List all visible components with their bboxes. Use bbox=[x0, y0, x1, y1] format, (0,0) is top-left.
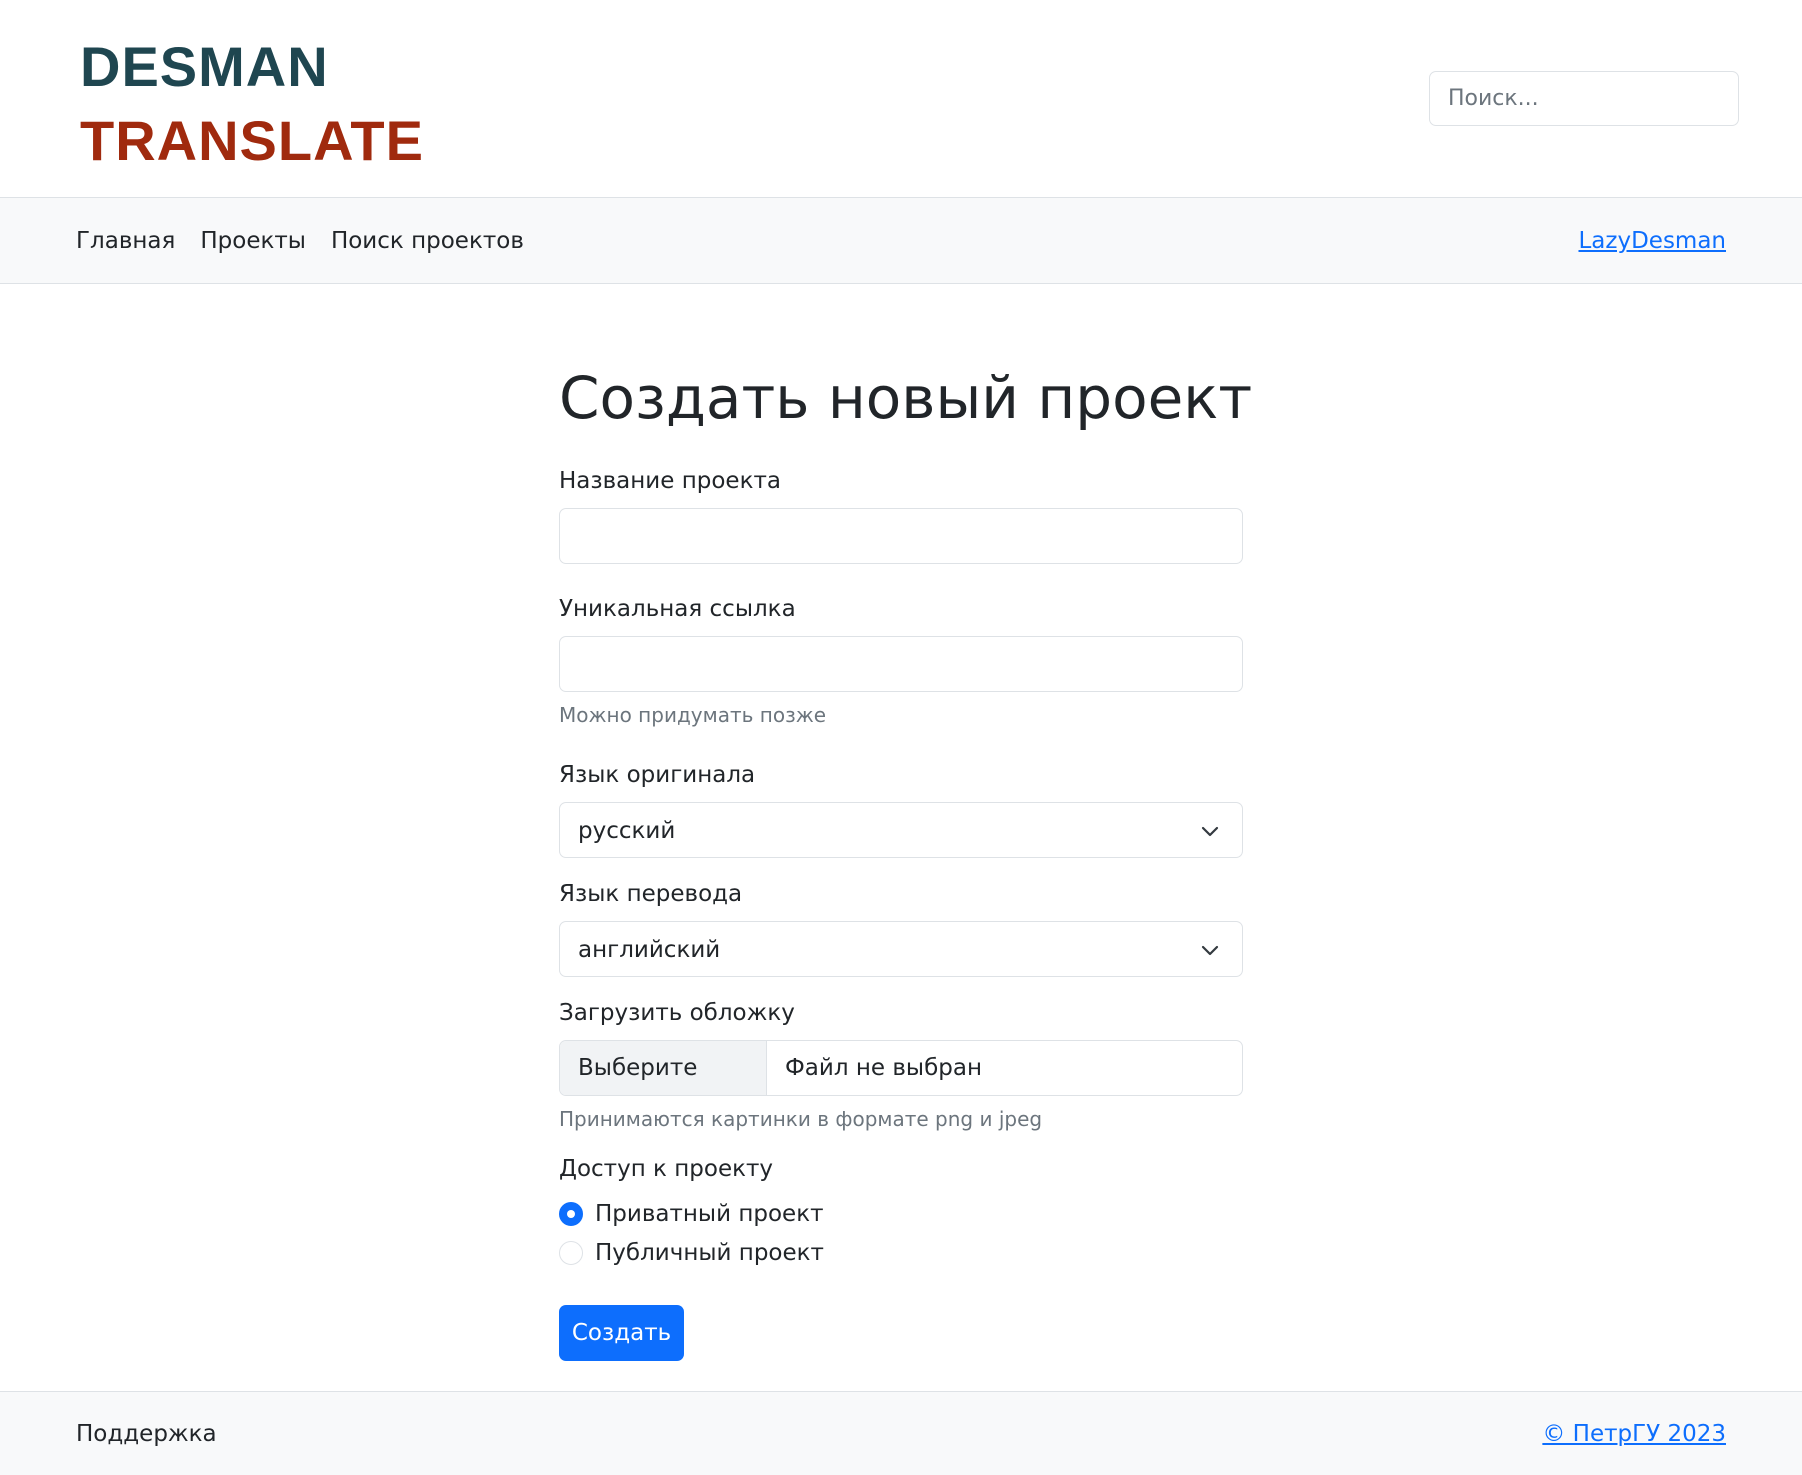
copyright-link[interactable]: © ПетрГУ 2023 bbox=[1542, 1392, 1726, 1475]
source-language-value: русский bbox=[578, 818, 676, 844]
support-link[interactable]: Поддержка bbox=[76, 1392, 217, 1475]
site-header: DESMAN TRANSLATE bbox=[0, 0, 1802, 198]
radio-private-label: Приватный проект bbox=[595, 1201, 824, 1227]
project-slug-help: Можно придумать позже bbox=[559, 703, 827, 727]
cover-upload-label: Загрузить обложку bbox=[559, 1000, 795, 1026]
create-button[interactable]: Создать bbox=[559, 1305, 684, 1361]
access-private-option[interactable]: Приватный проект bbox=[559, 1198, 824, 1230]
radio-public-label: Публичный проект bbox=[595, 1240, 824, 1266]
chevron-down-icon bbox=[1201, 826, 1219, 837]
cover-upload-help: Принимаются картинки в формате png и jpe… bbox=[559, 1107, 1043, 1131]
file-status: Файл не выбран bbox=[785, 1055, 982, 1081]
nav-links: Главная Проекты Поиск проектов bbox=[76, 198, 549, 284]
project-name-label: Название проекта bbox=[559, 468, 781, 494]
source-language-label: Язык оригинала bbox=[559, 762, 756, 788]
project-name-input[interactable] bbox=[559, 508, 1243, 564]
chevron-down-icon bbox=[1201, 945, 1219, 956]
access-public-option[interactable]: Публичный проект bbox=[559, 1237, 824, 1269]
search-input[interactable] bbox=[1429, 71, 1739, 126]
nav-item-home[interactable]: Главная bbox=[76, 228, 175, 254]
target-language-select[interactable]: английский bbox=[559, 921, 1243, 977]
choose-file-button[interactable]: Выберите файл bbox=[560, 1041, 767, 1095]
user-profile-link[interactable]: LazyDesman bbox=[1578, 198, 1726, 284]
nav-item-projects[interactable]: Проекты bbox=[200, 228, 306, 254]
project-slug-label: Уникальная ссылка bbox=[559, 596, 796, 622]
nav-item-project-search[interactable]: Поиск проектов bbox=[331, 228, 524, 254]
main-nav: Главная Проекты Поиск проектов LazyDesma… bbox=[0, 198, 1802, 284]
access-label: Доступ к проекту bbox=[559, 1156, 774, 1182]
project-slug-input[interactable] bbox=[559, 636, 1243, 692]
logo-line-desman: DESMAN bbox=[80, 35, 329, 98]
source-language-select[interactable]: русский bbox=[559, 802, 1243, 858]
radio-public[interactable] bbox=[559, 1241, 583, 1265]
site-footer: Поддержка © ПетрГУ 2023 bbox=[0, 1391, 1802, 1475]
cover-file-input[interactable]: Выберите файл Файл не выбран bbox=[559, 1040, 1243, 1096]
target-language-label: Язык перевода bbox=[559, 881, 743, 907]
radio-private[interactable] bbox=[559, 1202, 583, 1226]
site-logo[interactable]: DESMAN TRANSLATE bbox=[80, 30, 424, 178]
target-language-value: английский bbox=[578, 937, 721, 963]
page-title: Создать новый проект bbox=[559, 364, 1253, 432]
logo-line-translate: TRANSLATE bbox=[80, 109, 424, 172]
